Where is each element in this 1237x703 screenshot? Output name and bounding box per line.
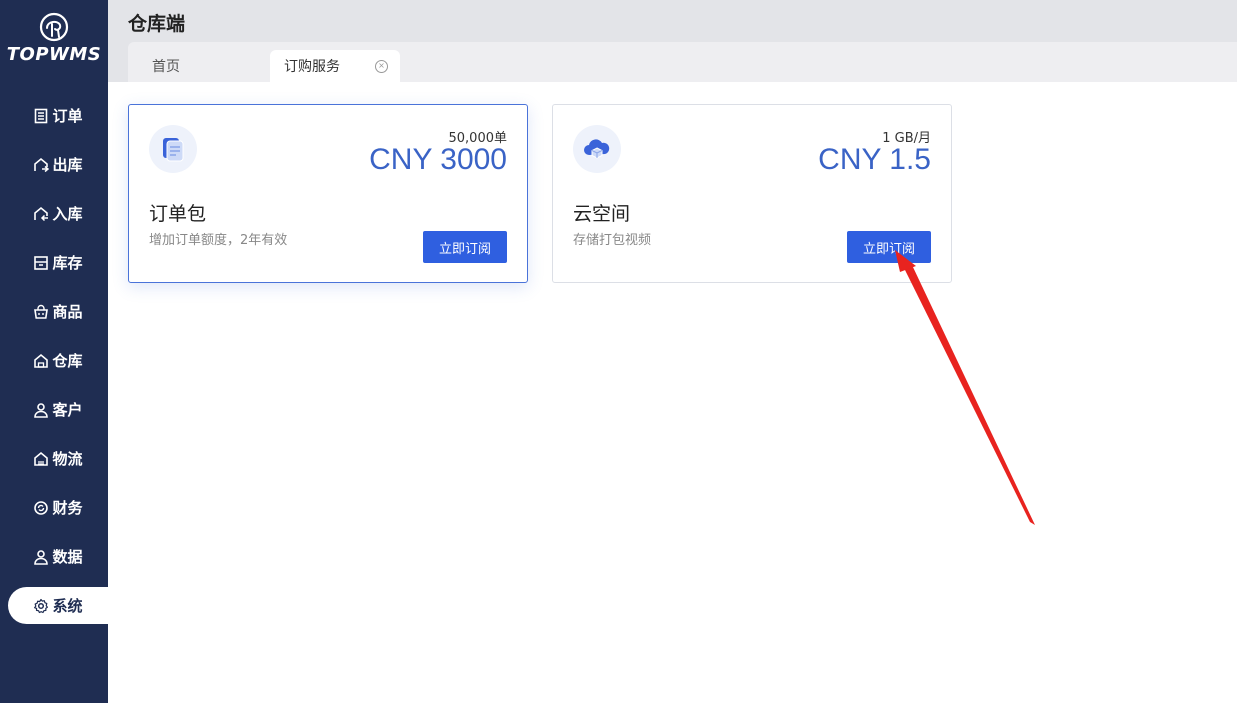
data-user-icon bbox=[33, 549, 49, 565]
house-out-icon bbox=[33, 157, 50, 173]
gear-icon bbox=[33, 598, 49, 614]
sidebar-item-label: 系统 bbox=[52, 597, 83, 615]
inventory-box-icon bbox=[33, 255, 49, 271]
logo-mark-icon bbox=[39, 12, 69, 42]
package-name: 云空间 bbox=[573, 203, 631, 225]
sidebar: TOPWMS 订单 出库 入库 库存 商品 仓库 客户 物流 财务 数据 系统 bbox=[0, 0, 108, 703]
warehouse-icon bbox=[33, 353, 49, 369]
sidebar-item-warehouse[interactable]: 仓库 bbox=[8, 342, 108, 379]
package-description: 存储打包视频 bbox=[573, 233, 652, 248]
sidebar-item-system[interactable]: 系统 bbox=[8, 587, 108, 624]
sidebar-item-outbound[interactable]: 出库 bbox=[8, 146, 108, 183]
tab-label: 首页 bbox=[152, 59, 180, 75]
header: 仓库端 首页 订购服务 × bbox=[108, 0, 1237, 82]
package-price: CNY 3000 bbox=[369, 143, 507, 176]
subscribe-button[interactable]: 立即订阅 bbox=[423, 231, 507, 263]
sidebar-item-label: 物流 bbox=[52, 450, 83, 468]
sidebar-item-logistics[interactable]: 物流 bbox=[8, 440, 108, 477]
close-icon[interactable]: × bbox=[375, 60, 388, 73]
sidebar-item-label: 财务 bbox=[52, 499, 83, 517]
cloud-storage-icon bbox=[573, 125, 621, 173]
logo[interactable]: TOPWMS bbox=[0, 12, 108, 65]
sidebar-item-data[interactable]: 数据 bbox=[8, 538, 108, 575]
logistics-icon bbox=[33, 451, 49, 467]
sidebar-item-finance[interactable]: 财务 bbox=[8, 489, 108, 526]
tab-bar: 首页 订购服务 × bbox=[128, 42, 1237, 82]
sidebar-item-label: 商品 bbox=[52, 303, 83, 321]
tab-label: 订购服务 bbox=[284, 59, 340, 75]
sidebar-item-label: 出库 bbox=[52, 156, 83, 174]
house-in-icon bbox=[33, 206, 49, 222]
logo-text: TOPWMS bbox=[6, 44, 102, 65]
sidebar-item-label: 入库 bbox=[52, 205, 83, 223]
sidebar-item-label: 数据 bbox=[52, 548, 83, 566]
sidebar-item-customers[interactable]: 客户 bbox=[8, 391, 108, 428]
document-stack-icon bbox=[149, 125, 197, 173]
subscribe-button[interactable]: 立即订阅 bbox=[847, 231, 931, 263]
finance-cycle-icon bbox=[33, 500, 49, 516]
tab-home[interactable]: 首页 bbox=[138, 50, 268, 82]
shopping-basket-icon bbox=[33, 304, 49, 320]
page-title: 仓库端 bbox=[128, 13, 186, 35]
service-card-order-package[interactable]: 50,000单 CNY 3000 订单包 增加订单额度，2年有效 立即订阅 bbox=[128, 104, 528, 283]
document-list-icon bbox=[33, 108, 49, 124]
sidebar-item-label: 库存 bbox=[52, 254, 83, 272]
sidebar-item-inventory[interactable]: 库存 bbox=[8, 244, 108, 281]
sidebar-item-label: 订单 bbox=[52, 107, 83, 125]
tab-subscription-service[interactable]: 订购服务 × bbox=[270, 50, 400, 82]
package-description: 增加订单额度，2年有效 bbox=[149, 233, 288, 248]
user-icon bbox=[33, 402, 49, 418]
sidebar-item-label: 客户 bbox=[52, 401, 83, 419]
sidebar-item-label: 仓库 bbox=[52, 352, 83, 370]
service-card-cloud-space[interactable]: 1 GB/月 CNY 1.5 云空间 存储打包视频 立即订阅 bbox=[552, 104, 952, 283]
sidebar-item-orders[interactable]: 订单 bbox=[8, 97, 108, 134]
package-name: 订单包 bbox=[149, 203, 207, 225]
sidebar-item-products[interactable]: 商品 bbox=[8, 293, 108, 330]
sidebar-item-inbound[interactable]: 入库 bbox=[8, 195, 108, 232]
package-price: CNY 1.5 bbox=[818, 143, 931, 176]
